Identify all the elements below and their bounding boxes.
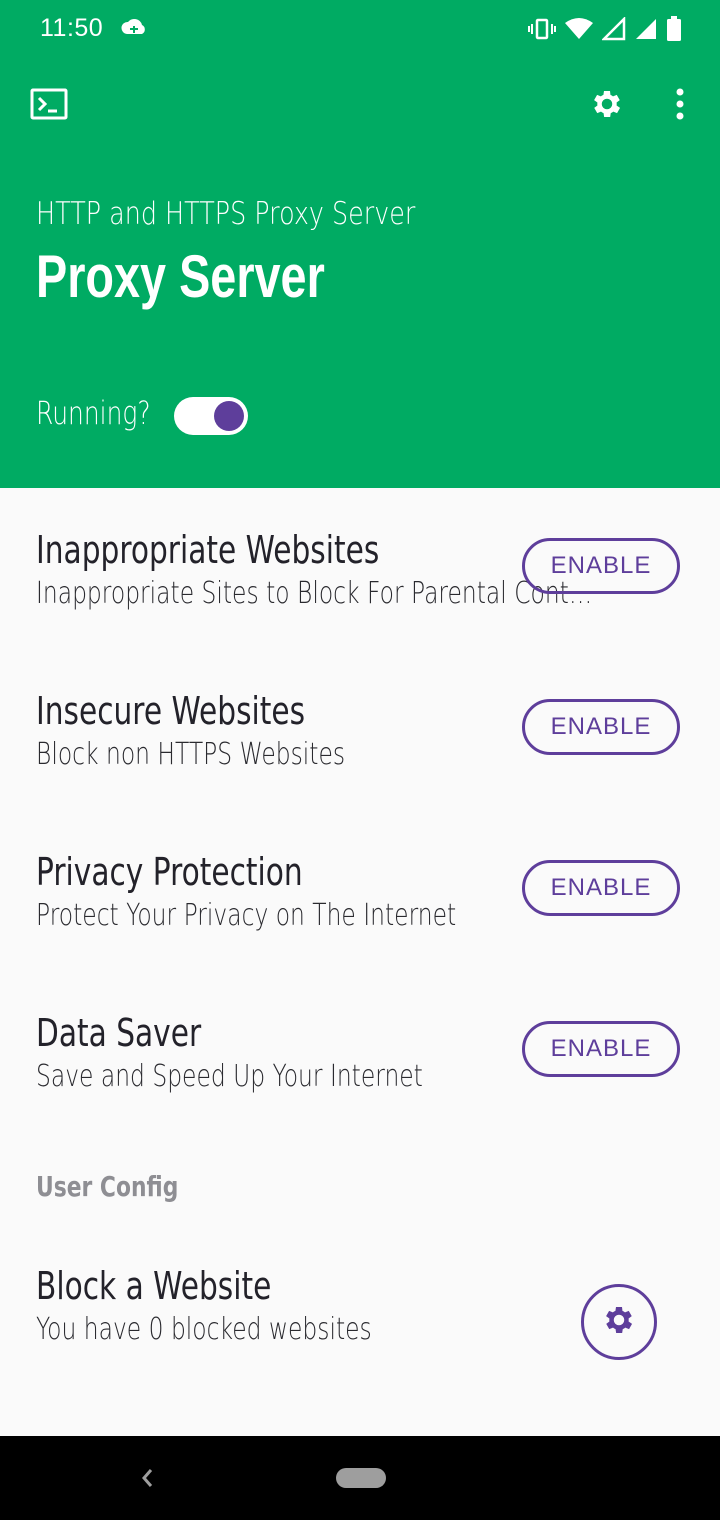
wifi-icon bbox=[564, 17, 594, 46]
feature-title: Insecure Websites bbox=[36, 689, 306, 733]
running-label: Running? bbox=[36, 394, 151, 432]
cloud-sync-icon bbox=[120, 16, 148, 45]
nav-back-icon[interactable] bbox=[138, 1466, 158, 1495]
feature-subtitle: Save and Speed Up Your Internet bbox=[36, 1059, 423, 1094]
feature-title: Inappropriate Websites bbox=[36, 528, 380, 572]
overflow-menu-button[interactable] bbox=[658, 84, 702, 128]
toggle-knob bbox=[214, 401, 244, 431]
feature-title: Privacy Protection bbox=[36, 850, 303, 894]
vibrate-icon bbox=[528, 17, 556, 46]
feature-subtitle: Block non HTTPS Websites bbox=[36, 737, 346, 772]
app-header: 11:50 HTTP and HTTPS Proxy Server Proxy … bbox=[0, 0, 720, 488]
status-bar: 11:50 bbox=[0, 0, 720, 58]
running-toggle[interactable] bbox=[174, 397, 248, 435]
gear-icon bbox=[601, 1302, 637, 1343]
block-website-settings-button[interactable] bbox=[581, 1284, 657, 1360]
page-title: Proxy Server bbox=[36, 243, 325, 310]
settings-button[interactable] bbox=[585, 84, 629, 128]
battery-icon bbox=[666, 16, 682, 47]
feature-subtitle: Inappropriate Sites to Block For Parenta… bbox=[36, 576, 593, 611]
block-website-subtitle: You have 0 blocked websites bbox=[36, 1312, 372, 1347]
enable-button-data-saver[interactable]: ENABLE bbox=[522, 1021, 680, 1077]
header-subtitle: HTTP and HTTPS Proxy Server bbox=[36, 196, 416, 232]
enable-button-privacy[interactable]: ENABLE bbox=[522, 860, 680, 916]
more-vert-icon bbox=[675, 88, 685, 125]
terminal-button[interactable] bbox=[27, 84, 71, 128]
system-nav-bar bbox=[0, 1436, 720, 1520]
nav-home-pill[interactable] bbox=[336, 1468, 386, 1488]
block-website-title: Block a Website bbox=[36, 1264, 272, 1308]
feature-title: Data Saver bbox=[36, 1011, 202, 1055]
enable-button-inappropriate[interactable]: ENABLE bbox=[522, 538, 680, 594]
signal-full-icon bbox=[634, 17, 658, 46]
feature-subtitle: Protect Your Privacy on The Internet bbox=[36, 898, 457, 933]
enable-button-insecure[interactable]: ENABLE bbox=[522, 699, 680, 755]
gear-icon bbox=[589, 86, 625, 127]
section-label-user-config: User Config bbox=[36, 1170, 179, 1203]
signal-empty-icon bbox=[600, 15, 626, 46]
terminal-icon bbox=[30, 88, 68, 125]
status-time: 11:50 bbox=[40, 14, 104, 42]
